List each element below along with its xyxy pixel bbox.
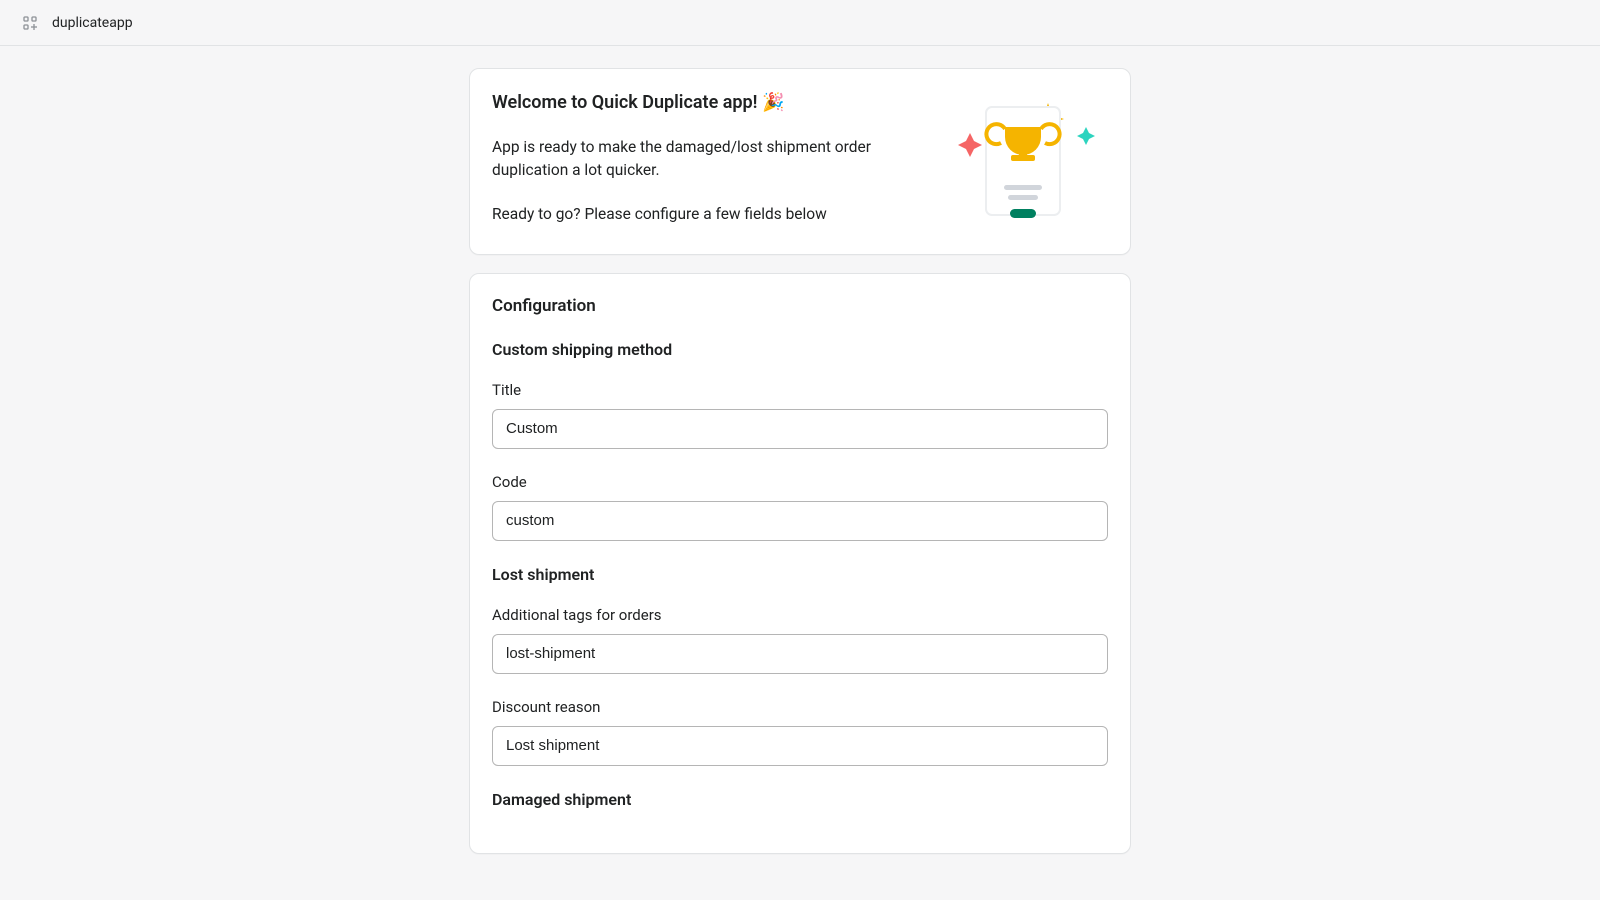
field-shipping-code: Code (492, 473, 1108, 541)
lost-tags-label: Additional tags for orders (492, 606, 1108, 624)
lost-tags-input[interactable] (492, 634, 1108, 674)
welcome-cta: Ready to go? Please configure a few fiel… (492, 203, 924, 225)
topbar: duplicateapp (0, 0, 1600, 46)
shipping-heading: Custom shipping method (492, 340, 1108, 359)
lost-reason-input[interactable] (492, 726, 1108, 766)
welcome-card: Welcome to Quick Duplicate app! 🎉 App is… (469, 68, 1131, 255)
shipping-code-input[interactable] (492, 501, 1108, 541)
field-shipping-title: Title (492, 381, 1108, 449)
damaged-heading: Damaged shipment (492, 790, 1108, 809)
shipping-title-input[interactable] (492, 409, 1108, 449)
shipping-title-label: Title (492, 381, 1108, 399)
main-area: Welcome to Quick Duplicate app! 🎉 App is… (0, 46, 1600, 872)
config-card: Configuration Custom shipping method Tit… (469, 273, 1131, 854)
app-name-label: duplicateapp (52, 15, 133, 31)
shipping-code-label: Code (492, 473, 1108, 491)
lost-heading: Lost shipment (492, 565, 1108, 584)
field-lost-reason: Discount reason (492, 698, 1108, 766)
welcome-title: Welcome to Quick Duplicate app! 🎉 (492, 91, 924, 114)
lost-reason-label: Discount reason (492, 698, 1108, 716)
trophy-illustration (948, 91, 1108, 231)
app-icon (22, 15, 38, 31)
config-heading: Configuration (492, 296, 1108, 316)
welcome-body: App is ready to make the damaged/lost sh… (492, 136, 924, 181)
field-lost-tags: Additional tags for orders (492, 606, 1108, 674)
